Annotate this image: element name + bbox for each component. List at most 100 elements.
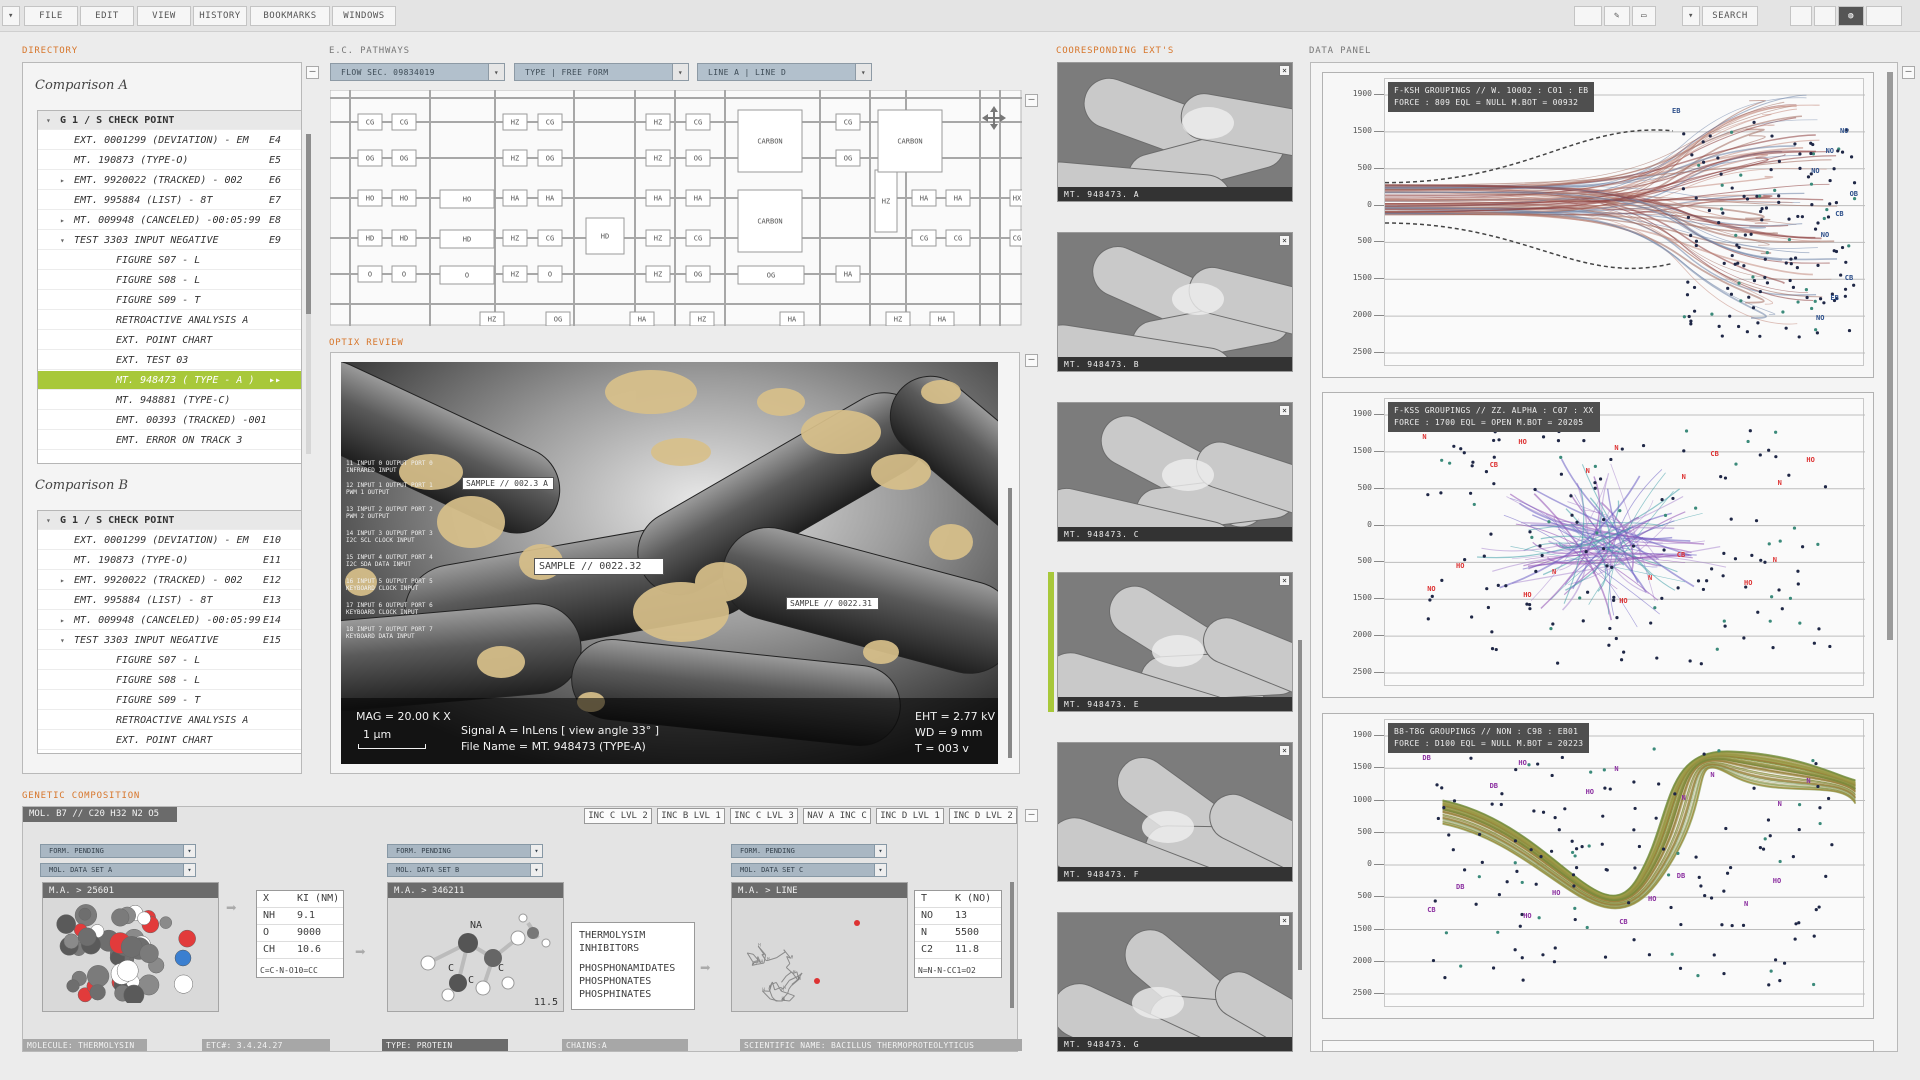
data-panel-scrollbar[interactable] xyxy=(1887,72,1893,640)
pathway-node[interactable]: HZ xyxy=(502,265,528,283)
collapse-optix-button[interactable]: – xyxy=(1025,354,1038,367)
ext-thumbnail[interactable]: MT. 948473. C × xyxy=(1057,402,1293,542)
pencil-icon[interactable]: ✎ xyxy=(1604,6,1630,26)
collapse-directory-button[interactable]: – xyxy=(306,66,319,79)
pathway-node[interactable]: OG xyxy=(537,149,563,167)
globe-icon[interactable]: ◍ xyxy=(1838,6,1864,26)
tree-row[interactable]: EXT. 0001299 (DEVIATION) - EM E4 xyxy=(38,131,301,150)
close-icon[interactable]: × xyxy=(1279,405,1290,416)
sample-tag-1[interactable]: SAMPLE // 002.3 A xyxy=(462,477,554,490)
pathway-node[interactable]: O xyxy=(537,265,563,283)
optix-scrollbar[interactable] xyxy=(1008,488,1012,758)
data-set-dropdown-1[interactable]: MOL. DATA SET A ▾ xyxy=(40,863,196,877)
menu-windows[interactable]: WINDOWS xyxy=(332,6,396,26)
tree-row[interactable]: FIGURE S08 - L xyxy=(38,671,301,690)
pathway-node[interactable]: OG xyxy=(835,149,861,167)
directory-scrollbar[interactable] xyxy=(306,134,311,454)
pathway-node[interactable]: O xyxy=(439,265,495,285)
genetic-scrollbar[interactable] xyxy=(1010,882,1014,1008)
monitor-icon[interactable]: ▭ xyxy=(1632,6,1656,26)
pathway-node[interactable]: HZ xyxy=(645,149,671,167)
inc-level-button[interactable]: INC B LVL 1 xyxy=(657,808,725,824)
pathway-node[interactable]: HA xyxy=(629,311,655,326)
pathway-node[interactable]: HA xyxy=(945,189,971,207)
pathway-node[interactable]: OG xyxy=(391,149,417,167)
pathway-node[interactable]: HD xyxy=(439,229,495,249)
pathway-node[interactable]: HZ xyxy=(645,265,671,283)
molecule-box-3[interactable]: M.A. > LINE HHHHHHHHHHHHHHH xyxy=(731,882,908,1012)
chart-plot-area[interactable] xyxy=(1384,398,1865,686)
chart-plot-area[interactable] xyxy=(1384,78,1865,366)
pathway-node[interactable]: HZ xyxy=(645,229,671,247)
tree-row[interactable]: EXT. 0001299 (DEVIATION) - EM E10 xyxy=(38,531,301,550)
pathway-node[interactable]: HA xyxy=(645,189,671,207)
pathway-node[interactable]: HD xyxy=(585,217,625,255)
pathway-node[interactable]: CG xyxy=(1009,229,1022,247)
pathway-node[interactable]: HA xyxy=(502,189,528,207)
tree-row[interactable]: EXT. POINT CHART xyxy=(38,731,301,750)
pathway-node[interactable]: HD xyxy=(391,229,417,247)
inc-level-button[interactable]: INC C LVL 2 xyxy=(584,808,652,824)
pathway-node[interactable]: HA xyxy=(835,265,861,283)
tree-row[interactable]: EMT. 00393 (TRACKED) -001 xyxy=(38,411,301,430)
tree-row[interactable]: EMT. 995884 (LIST) - 8T E13 xyxy=(38,591,301,610)
pathway-node[interactable]: HZ xyxy=(885,311,911,326)
pathway-node[interactable]: OG xyxy=(685,265,711,283)
inc-level-button[interactable]: INC D LVL 1 xyxy=(876,808,944,824)
exts-scrollbar[interactable] xyxy=(1298,640,1302,970)
pathway-node[interactable]: HA xyxy=(779,311,805,326)
pathway-node[interactable]: HD xyxy=(357,229,383,247)
pathway-node[interactable]: HZ xyxy=(689,311,715,326)
pathway-node[interactable]: CG xyxy=(537,229,563,247)
tree-row[interactable]: EMT. 995884 (LIST) - 8T E7 xyxy=(38,191,301,210)
pathway-node[interactable]: CARBON xyxy=(737,109,803,173)
pathway-node[interactable]: CARBON xyxy=(737,189,803,253)
tree-row[interactable]: EXT. TEST 03 xyxy=(38,351,301,370)
pathway-node[interactable]: HZ xyxy=(645,113,671,131)
pathway-node[interactable]: HO xyxy=(357,189,383,207)
close-icon[interactable]: × xyxy=(1279,65,1290,76)
pathway-node[interactable]: CG xyxy=(537,113,563,131)
form-pending-dropdown-1[interactable]: FORM. PENDING ▾ xyxy=(40,844,196,858)
search-button[interactable]: SEARCH xyxy=(1702,6,1758,26)
pathway-node[interactable]: CG xyxy=(685,113,711,131)
pathway-node[interactable]: CG xyxy=(391,113,417,131)
tree-row[interactable]: FIGURE S09 - T xyxy=(38,291,301,310)
tree-row[interactable]: EMT. ERROR ON TRACK 3 xyxy=(38,431,301,450)
pathway-node[interactable]: HZ xyxy=(479,311,505,326)
molecule-box-1[interactable]: M.A. > 25601 xyxy=(42,882,219,1012)
tree-row[interactable]: FIGURE S07 - L xyxy=(38,251,301,270)
tree-row[interactable]: MT. 190873 (TYPE-O) E5 xyxy=(38,151,301,170)
pathway-node[interactable]: CG xyxy=(911,229,937,247)
pathway-node[interactable]: HO xyxy=(439,189,495,209)
pathway-node[interactable]: CG xyxy=(835,113,861,131)
tree-row[interactable]: FIGURE S07 - L xyxy=(38,651,301,670)
ext-thumbnail[interactable]: MT. 948473. E × xyxy=(1057,572,1293,712)
pathway-node[interactable]: HA xyxy=(911,189,937,207)
ext-thumbnail[interactable]: MT. 948473. G × xyxy=(1057,912,1293,1052)
pathway-node[interactable]: HZ xyxy=(502,229,528,247)
pathways-diagram[interactable]: CG OG HO HD O CG OG HO HD O HO HD O HZ HZ HA HZ HZ CG OG HA C… xyxy=(330,90,1022,326)
form-pending-dropdown-3[interactable]: FORM. PENDING ▾ xyxy=(731,844,887,858)
view-toggle-2[interactable] xyxy=(1814,6,1836,26)
pathway-node[interactable]: HA xyxy=(537,189,563,207)
sem-microscope-image[interactable] xyxy=(341,362,998,764)
tree-group-b[interactable]: ▾ G 1 / S CHECK POINT xyxy=(38,511,301,530)
pathway-node[interactable]: HA xyxy=(685,189,711,207)
tree-row[interactable]: MT. 948881 (TYPE-C) xyxy=(38,391,301,410)
tree-row[interactable]: FIGURE S09 - T xyxy=(38,691,301,710)
sample-tag-2[interactable]: SAMPLE // 0022.32 xyxy=(534,558,664,575)
pathway-node[interactable]: OG xyxy=(737,265,805,285)
view-toggle-3[interactable] xyxy=(1866,6,1902,26)
menu-view[interactable]: VIEW xyxy=(137,6,191,26)
collapse-genetic-button[interactable]: – xyxy=(1025,809,1038,822)
view-toggle-1[interactable] xyxy=(1790,6,1812,26)
close-icon[interactable]: × xyxy=(1279,915,1290,926)
menu-bookmarks[interactable]: BOOKMARKS xyxy=(250,6,330,26)
tree-row[interactable]: FIGURE S08 - L xyxy=(38,271,301,290)
pathway-node[interactable]: CG xyxy=(945,229,971,247)
menu-file[interactable]: FILE xyxy=(24,6,78,26)
app-menu-dropdown[interactable]: ▾ xyxy=(2,6,20,26)
pathway-node[interactable]: OG xyxy=(545,311,571,326)
sample-tag-3[interactable]: SAMPLE // 0022.31 xyxy=(786,597,879,610)
